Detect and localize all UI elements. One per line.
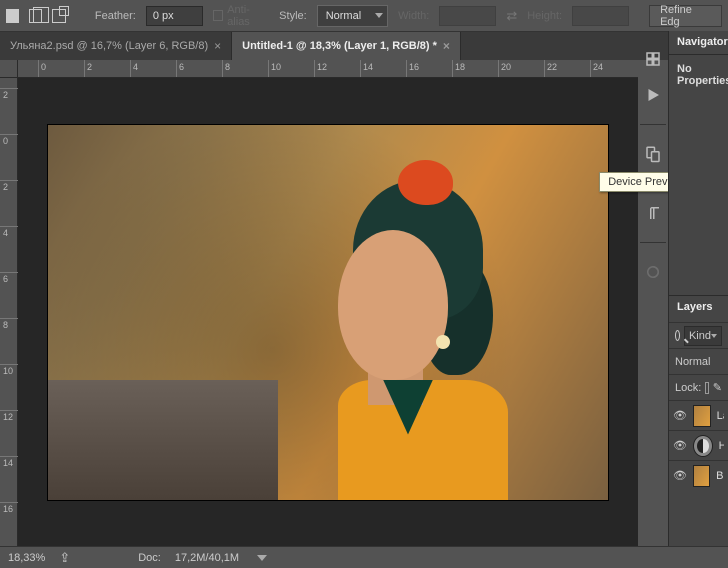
layer-name[interactable]: H [719,440,724,452]
history-panel-icon[interactable] [642,48,664,70]
zoom-value[interactable]: 18,33% [8,552,45,564]
lock-transparency-icon[interactable] [705,382,708,394]
doc-label: Doc: [138,552,161,564]
layer-name[interactable]: Ba [716,470,724,482]
visibility-icon[interactable]: 👁 [673,469,687,482]
layers-panel: Layers Channe Kind Normal Lock: ✎ 👁La👁H👁… [669,295,728,490]
layer-lock-row: Lock: ✎ [669,374,728,400]
navigator-tab[interactable]: Navigator [669,31,728,54]
tab-document-2[interactable]: Untitled-1 @ 18,3% (Layer 1, RGB/8) * × [232,32,461,60]
subtract-selection-icon[interactable] [52,9,65,23]
layer-row[interactable]: 👁 La [669,400,728,430]
style-select[interactable]: Normal [317,5,388,27]
panel-icons-column [638,40,668,283]
status-bar: 18,33% ⇪ Doc: 17,2M/40,1M [0,546,728,568]
layer-name[interactable]: La [717,410,724,422]
layer-thumbnail[interactable] [693,465,710,487]
style-label: Style: [279,10,307,22]
antialias-checkbox: Anti-alias [213,4,269,28]
tab-document-1[interactable]: Ульяна2.psd @ 16,7% (Layer 6, RGB/8) × [0,32,232,60]
layer-thumbnail[interactable] [693,435,713,457]
search-icon [675,330,680,341]
options-bar: Feather: 0 px Anti-alias Style: Normal W… [0,0,728,32]
feather-input[interactable]: 0 px [146,6,203,26]
refine-edge-button[interactable]: Refine Edg [649,5,722,27]
lock-brush-icon[interactable]: ✎ [713,381,722,394]
height-input [572,6,629,26]
layers-tab[interactable]: Layers [669,296,720,322]
width-input [439,6,496,26]
layer-thumbnail[interactable] [693,405,711,427]
height-label: Height: [527,10,562,22]
canvas-workspace: 024681012141618202224 20246810121416 [0,60,638,546]
actions-play-icon[interactable] [642,84,664,106]
close-icon[interactable]: × [214,39,221,53]
visibility-icon[interactable]: 👁 [673,409,687,422]
add-selection-icon[interactable] [29,9,42,23]
ruler-horizontal[interactable]: 024681012141618202224 [18,60,638,78]
no-properties-text: No Properties [669,55,728,95]
chevron-down-icon [375,13,383,18]
layer-row[interactable]: 👁 Ba [669,460,728,490]
close-icon[interactable]: × [443,39,450,53]
canvas-area[interactable] [18,78,638,546]
layer-row[interactable]: 👁H [669,430,728,460]
document-tabs: Ульяна2.psd @ 16,7% (Layer 6, RGB/8) × U… [0,32,728,60]
doc-size: 17,2M/40,1M [175,552,239,564]
swap-icon: ⇄ [506,8,517,24]
paragraph-panel-icon[interactable] [642,202,664,224]
chevron-down-icon [711,334,717,338]
ruler-corner[interactable] [0,60,18,78]
chevron-down-icon[interactable] [257,555,267,561]
canvas-image [268,155,528,500]
layer-kind-select[interactable]: Kind [684,326,722,346]
libraries-icon[interactable] [642,261,664,283]
visibility-icon[interactable]: 👁 [673,439,687,452]
layer-filter-row: Kind [669,322,728,348]
share-icon[interactable]: ⇪ [59,550,70,566]
feather-label: Feather: [95,10,136,22]
canvas[interactable] [48,125,608,500]
blend-mode-select[interactable]: Normal [675,356,722,368]
right-panels: Navigator His No Properties Layers Chann… [668,31,728,568]
ruler-vertical[interactable]: 20246810121416 [0,78,18,546]
channels-tab[interactable]: Channe [720,296,728,322]
new-selection-icon[interactable] [6,9,19,23]
device-preview-icon[interactable] [642,143,664,165]
width-label: Width: [398,10,429,22]
